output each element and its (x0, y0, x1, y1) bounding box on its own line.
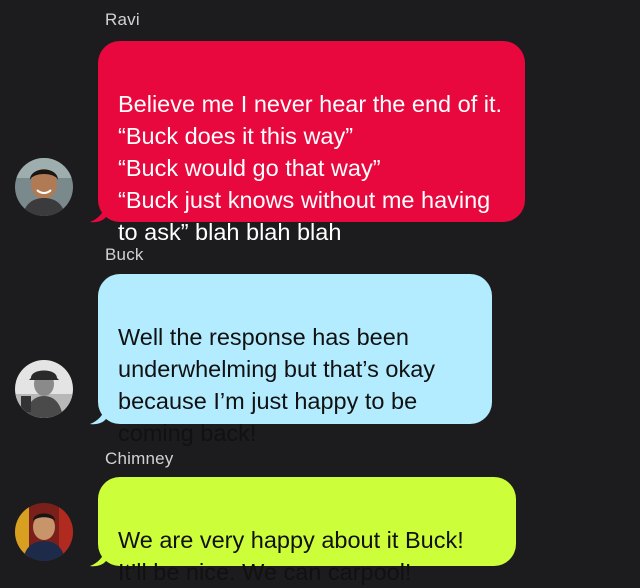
message-text: Believe me I never hear the end of it. “… (118, 91, 503, 245)
message-bubble-ravi[interactable]: Believe me I never hear the end of it. “… (98, 41, 525, 245)
message-text: We are very happy about it Buck! It’ll b… (118, 527, 464, 585)
chat-screen: { "messages": [ { "sender": "Ravi", "tex… (0, 0, 640, 585)
sender-name-chimney: Chimney (105, 449, 174, 468)
sender-name-buck: Buck (105, 245, 144, 264)
avatar-chimney[interactable] (15, 503, 73, 561)
message-text: Well the response has been underwhelming… (118, 324, 436, 446)
avatar-buck[interactable] (15, 360, 73, 418)
message-bubble-buck[interactable]: Well the response has been underwhelming… (98, 274, 492, 446)
bubble-tail (90, 203, 106, 223)
sender-name-ravi: Ravi (105, 10, 140, 29)
message-bubble-chimney[interactable]: We are very happy about it Buck! It’ll b… (98, 477, 516, 585)
bubble-tail (90, 405, 106, 425)
bubble-tail (90, 547, 106, 567)
avatar-ravi[interactable] (15, 158, 73, 216)
